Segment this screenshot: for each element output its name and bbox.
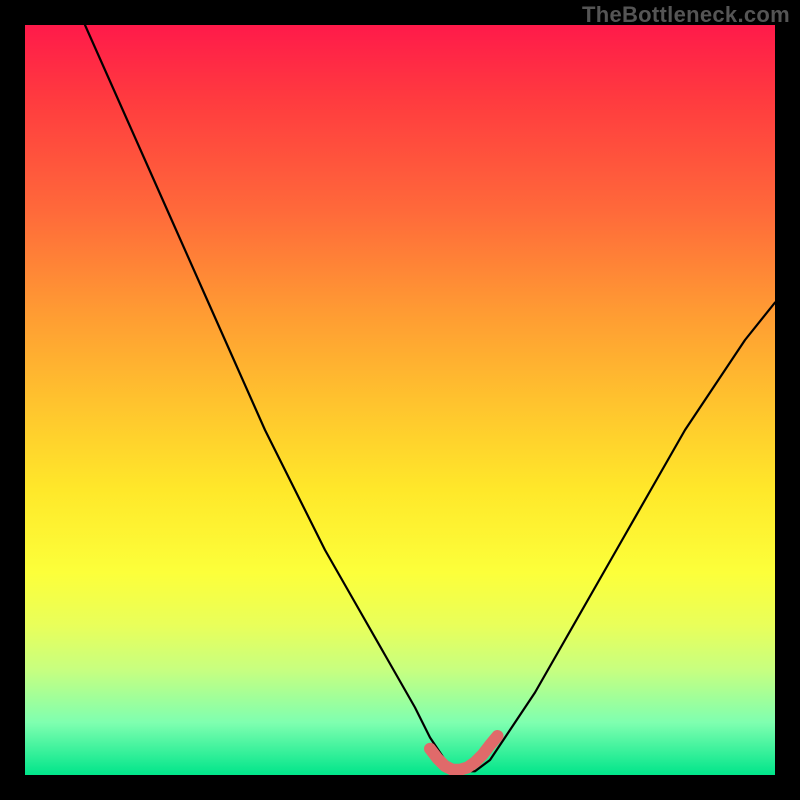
plot-area (25, 25, 775, 775)
chart-frame: TheBottleneck.com (0, 0, 800, 800)
bottleneck-curve (85, 25, 775, 771)
chart-svg (25, 25, 775, 775)
optimal-band (430, 736, 498, 770)
